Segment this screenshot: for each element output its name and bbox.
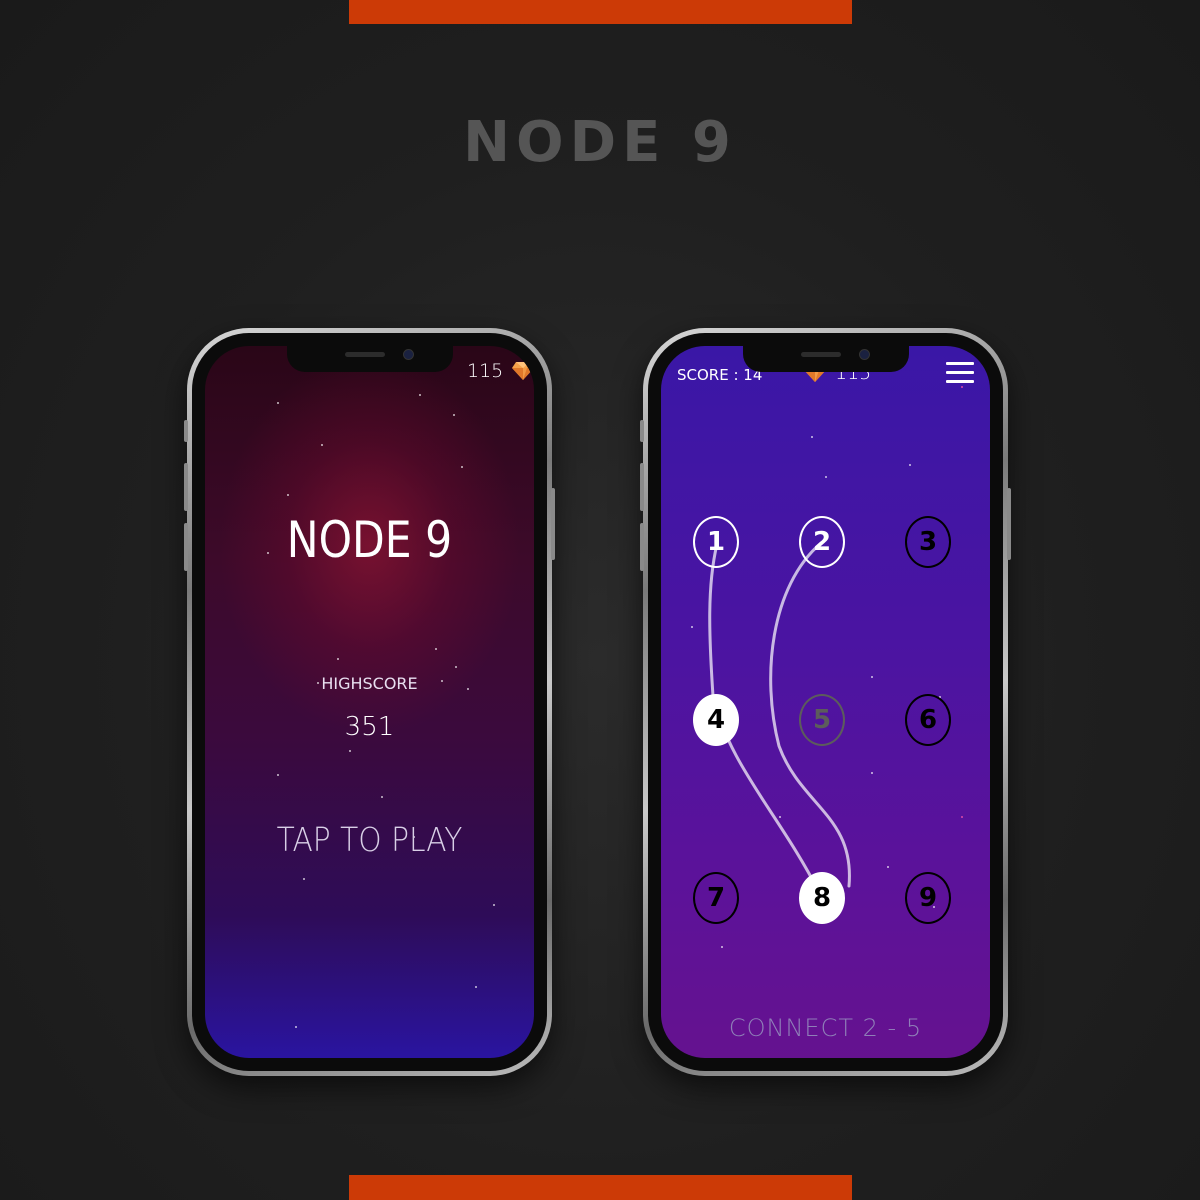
- phone-button: [1007, 488, 1011, 560]
- phone-button: [184, 463, 188, 511]
- phone-notch: [287, 346, 453, 372]
- phone-notch: [743, 346, 909, 372]
- node-1[interactable]: 1: [693, 516, 739, 568]
- accent-bar-top: [349, 0, 852, 24]
- page-title: NODE 9: [463, 110, 737, 175]
- phone-home: 115 NODE 9 HIGHSCORE 351 TAP TO PLAY: [184, 328, 555, 1076]
- gem-counter: 115: [467, 360, 534, 382]
- home-screen[interactable]: 115 NODE 9 HIGHSCORE 351 TAP TO PLAY: [205, 346, 534, 1058]
- phone-button: [640, 463, 644, 511]
- gem-count: 115: [467, 360, 504, 382]
- node-9[interactable]: 9: [905, 872, 951, 924]
- node-8[interactable]: 8: [799, 872, 845, 924]
- phone-button: [184, 420, 188, 442]
- node-2[interactable]: 2: [799, 516, 845, 568]
- phone-button: [184, 523, 188, 571]
- accent-bar-bottom: [349, 1175, 852, 1200]
- node-3[interactable]: 3: [905, 516, 951, 568]
- tap-to-play-button[interactable]: TAP TO PLAY: [221, 820, 517, 859]
- phone-game: SCORE : 14 115 123456789 CONNECT 2 - 5: [640, 328, 1011, 1076]
- phone-button: [640, 420, 644, 442]
- phone-button: [640, 523, 644, 571]
- speaker-icon: [801, 352, 841, 357]
- node-5[interactable]: 5: [799, 694, 845, 746]
- game-title: NODE 9: [286, 511, 453, 569]
- camera-icon: [403, 349, 414, 360]
- highscore-label: HIGHSCORE: [321, 674, 418, 693]
- node-6[interactable]: 6: [905, 694, 951, 746]
- node-4[interactable]: 4: [693, 694, 739, 746]
- highscore-value: 351: [344, 712, 395, 742]
- diamond-icon: [511, 361, 534, 381]
- phone-button: [551, 488, 555, 560]
- camera-icon: [859, 349, 870, 360]
- speaker-icon: [345, 352, 385, 357]
- node-7[interactable]: 7: [693, 872, 739, 924]
- game-screen: SCORE : 14 115 123456789 CONNECT 2 - 5: [661, 346, 990, 1058]
